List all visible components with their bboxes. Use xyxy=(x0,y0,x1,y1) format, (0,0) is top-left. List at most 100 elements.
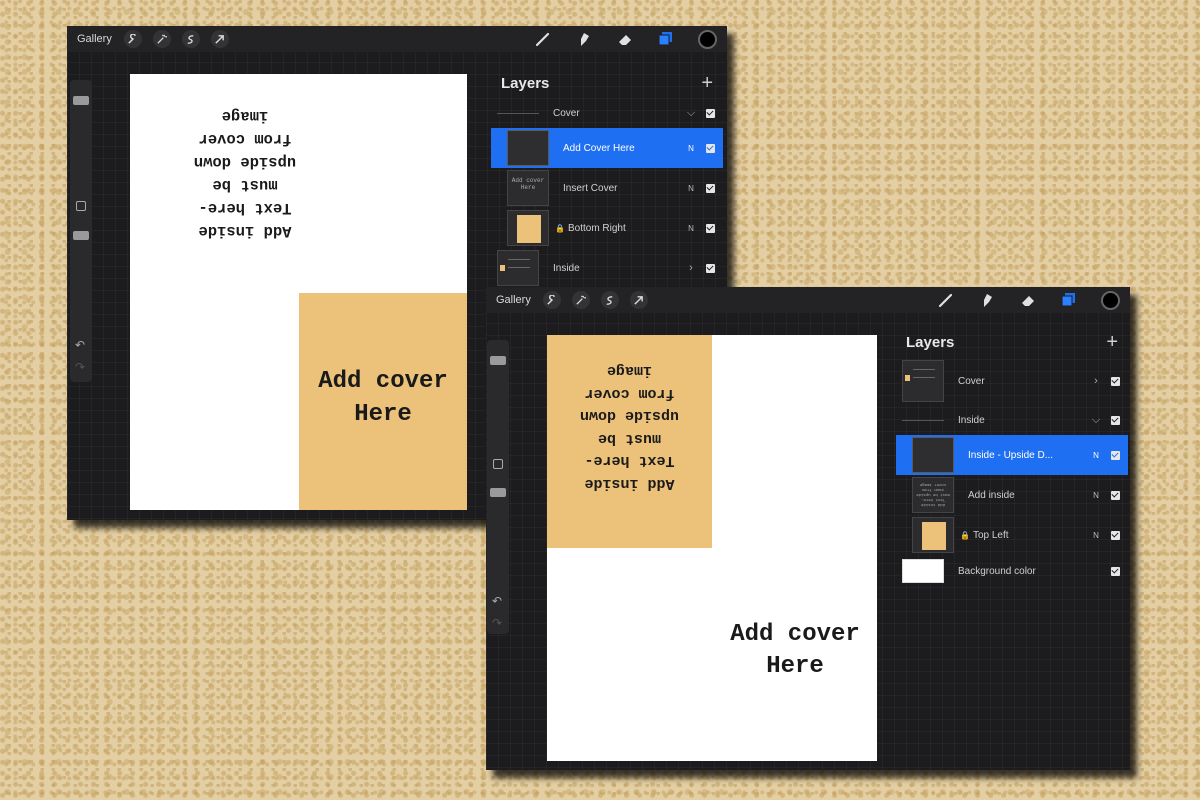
blend-mode[interactable]: N xyxy=(684,184,698,193)
layer-bottom-right[interactable]: 🔒 Bottom Right N xyxy=(491,208,723,248)
eraser-icon[interactable] xyxy=(1018,290,1038,310)
layer-thumbnail xyxy=(507,130,549,166)
layer-name: Add Cover Here xyxy=(563,142,635,154)
layers-icon[interactable] xyxy=(1059,290,1079,310)
transform-arrow-icon[interactable] xyxy=(210,30,229,48)
layer-group-cover[interactable]: Cover › xyxy=(896,357,1128,405)
selection-icon[interactable] xyxy=(181,30,200,48)
drawing-canvas[interactable]: Add inside Text here- must be upside dow… xyxy=(130,74,467,510)
undo-icon[interactable]: ↶ xyxy=(75,338,85,352)
layer-name: Inside - Upside D... xyxy=(968,449,1054,461)
wrench-icon[interactable] xyxy=(123,30,142,48)
side-slider-bar: ↶ ↷ xyxy=(487,340,509,634)
layer-top-left[interactable]: 🔒 Top Left N xyxy=(896,515,1128,555)
layer-name: 🔒 Bottom Right xyxy=(555,222,626,234)
brush-icon[interactable] xyxy=(533,29,553,49)
group-thumbnail xyxy=(902,360,944,402)
color-picker-button[interactable] xyxy=(1101,290,1120,310)
eraser-icon[interactable] xyxy=(615,29,635,49)
layer-group-cover[interactable]: Cover ⌵ xyxy=(491,98,723,128)
brush-size-slider[interactable] xyxy=(73,96,89,105)
layer-name: Inside xyxy=(553,262,580,274)
selection-icon[interactable] xyxy=(600,291,619,309)
undo-icon[interactable]: ↶ xyxy=(492,594,502,608)
layers-title: Layers xyxy=(501,74,550,92)
add-layer-button[interactable]: + xyxy=(1106,331,1118,354)
redo-icon[interactable]: ↷ xyxy=(492,616,502,630)
chevron-right-icon[interactable]: › xyxy=(1089,375,1103,387)
layers-title: Layers xyxy=(906,333,955,351)
blend-mode[interactable]: N xyxy=(684,144,698,153)
visibility-checkbox[interactable] xyxy=(706,263,715,273)
layer-name: Cover xyxy=(553,107,580,119)
visibility-checkbox[interactable] xyxy=(1111,450,1120,460)
chevron-down-icon[interactable]: ⌵ xyxy=(684,107,698,120)
layer-name: Cover xyxy=(958,375,985,387)
group-thumb xyxy=(497,112,539,114)
drawing-canvas[interactable]: Add inside Text here- must be upside dow… xyxy=(547,335,877,761)
layers-header: Layers + xyxy=(896,327,1128,357)
visibility-checkbox[interactable] xyxy=(1111,490,1120,500)
layer-thumbnail xyxy=(912,437,954,473)
add-layer-button[interactable]: + xyxy=(701,72,713,95)
layer-background-color[interactable]: Background color xyxy=(896,555,1128,587)
blend-mode[interactable]: N xyxy=(1089,491,1103,500)
layers-header: Layers + xyxy=(491,68,723,98)
visibility-checkbox[interactable] xyxy=(706,223,715,233)
modify-button[interactable] xyxy=(76,201,86,211)
layer-group-inside[interactable]: Inside › xyxy=(491,248,723,288)
visibility-checkbox[interactable] xyxy=(1111,530,1120,540)
visibility-checkbox[interactable] xyxy=(1111,376,1120,386)
visibility-checkbox[interactable] xyxy=(1111,566,1120,576)
layer-name: Background color xyxy=(958,565,1036,577)
upside-down-inside-text: Add inside Text here- must be upside dow… xyxy=(579,362,680,493)
blend-mode[interactable]: N xyxy=(684,224,698,233)
top-toolbar: Gallery xyxy=(67,26,727,52)
wrench-icon[interactable] xyxy=(542,291,561,309)
smudge-icon[interactable] xyxy=(574,29,594,49)
magic-wand-icon[interactable] xyxy=(571,291,590,309)
visibility-checkbox[interactable] xyxy=(706,108,715,118)
cover-text: Add cover Here xyxy=(318,368,448,428)
upside-down-inside-text: Add inside Text here- must be upside dow… xyxy=(193,107,297,240)
cover-block: Add cover Here xyxy=(299,293,467,510)
brush-icon[interactable] xyxy=(936,290,956,310)
smudge-icon[interactable] xyxy=(977,290,997,310)
modify-button[interactable] xyxy=(493,459,503,469)
transform-arrow-icon[interactable] xyxy=(629,291,648,309)
visibility-checkbox[interactable] xyxy=(706,143,715,153)
layer-thumbnail: Add inside Text here- must be upside dow… xyxy=(912,477,954,513)
redo-icon[interactable]: ↷ xyxy=(75,360,85,374)
layers-icon[interactable] xyxy=(656,29,676,49)
lock-icon: 🔒 xyxy=(960,530,970,540)
opacity-slider[interactable] xyxy=(490,488,506,497)
chevron-down-icon[interactable]: ⌵ xyxy=(1089,414,1103,427)
background-color-swatch[interactable] xyxy=(902,559,944,583)
layer-insert-cover[interactable]: Add cover Here Insert Cover N xyxy=(491,168,723,208)
layer-group-inside[interactable]: Inside ⌵ xyxy=(896,405,1128,435)
visibility-checkbox[interactable] xyxy=(1111,415,1120,425)
layer-name: Add inside xyxy=(968,489,1015,501)
gallery-button[interactable]: Gallery xyxy=(496,294,531,306)
layer-name: Insert Cover xyxy=(563,182,618,194)
cover-text: Add cover Here xyxy=(730,621,860,680)
layer-thumbnail: Add cover Here xyxy=(507,170,549,206)
layer-thumbnail xyxy=(912,517,954,553)
magic-wand-icon[interactable] xyxy=(152,30,171,48)
layer-add-cover-here[interactable]: Add Cover Here N xyxy=(491,128,723,168)
color-picker-button[interactable] xyxy=(698,29,717,49)
side-slider-bar: ↶ ↷ xyxy=(70,80,92,382)
blend-mode[interactable]: N xyxy=(1089,531,1103,540)
layers-panel: Layers + Cover ⌵ Add Cover Here N Add co… xyxy=(491,68,723,288)
visibility-checkbox[interactable] xyxy=(706,183,715,193)
brush-size-slider[interactable] xyxy=(490,356,506,365)
layer-add-inside[interactable]: Add inside Text here- must be upside dow… xyxy=(896,475,1128,515)
gallery-button[interactable]: Gallery xyxy=(77,33,112,45)
opacity-slider[interactable] xyxy=(73,231,89,240)
layers-panel: Layers + Cover › Inside ⌵ Inside - Upsid… xyxy=(896,327,1128,587)
layer-name: Inside xyxy=(958,414,985,426)
group-thumb xyxy=(902,419,944,421)
blend-mode[interactable]: N xyxy=(1089,451,1103,460)
chevron-right-icon[interactable]: › xyxy=(684,262,698,274)
layer-inside-upside-down[interactable]: Inside - Upside D... N xyxy=(896,435,1128,475)
